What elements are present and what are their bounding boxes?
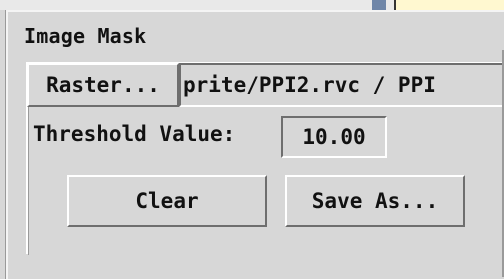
threshold-value-input[interactable]: 10.00 — [281, 116, 387, 158]
background-window-edge — [394, 0, 504, 10]
raster-button[interactable]: Raster... — [27, 63, 179, 107]
background-window-edge — [372, 0, 386, 10]
clear-button[interactable]: Clear — [67, 175, 267, 227]
threshold-label: Threshold Value: — [33, 122, 236, 146]
raster-path-text: prite/PPI2.rvc / PPI — [183, 73, 436, 97]
dialog-title: Image Mask — [24, 24, 147, 48]
raster-path-field[interactable]: prite/PPI2.rvc / PPI — [179, 63, 504, 107]
save-as-button[interactable]: Save As... — [285, 175, 465, 227]
